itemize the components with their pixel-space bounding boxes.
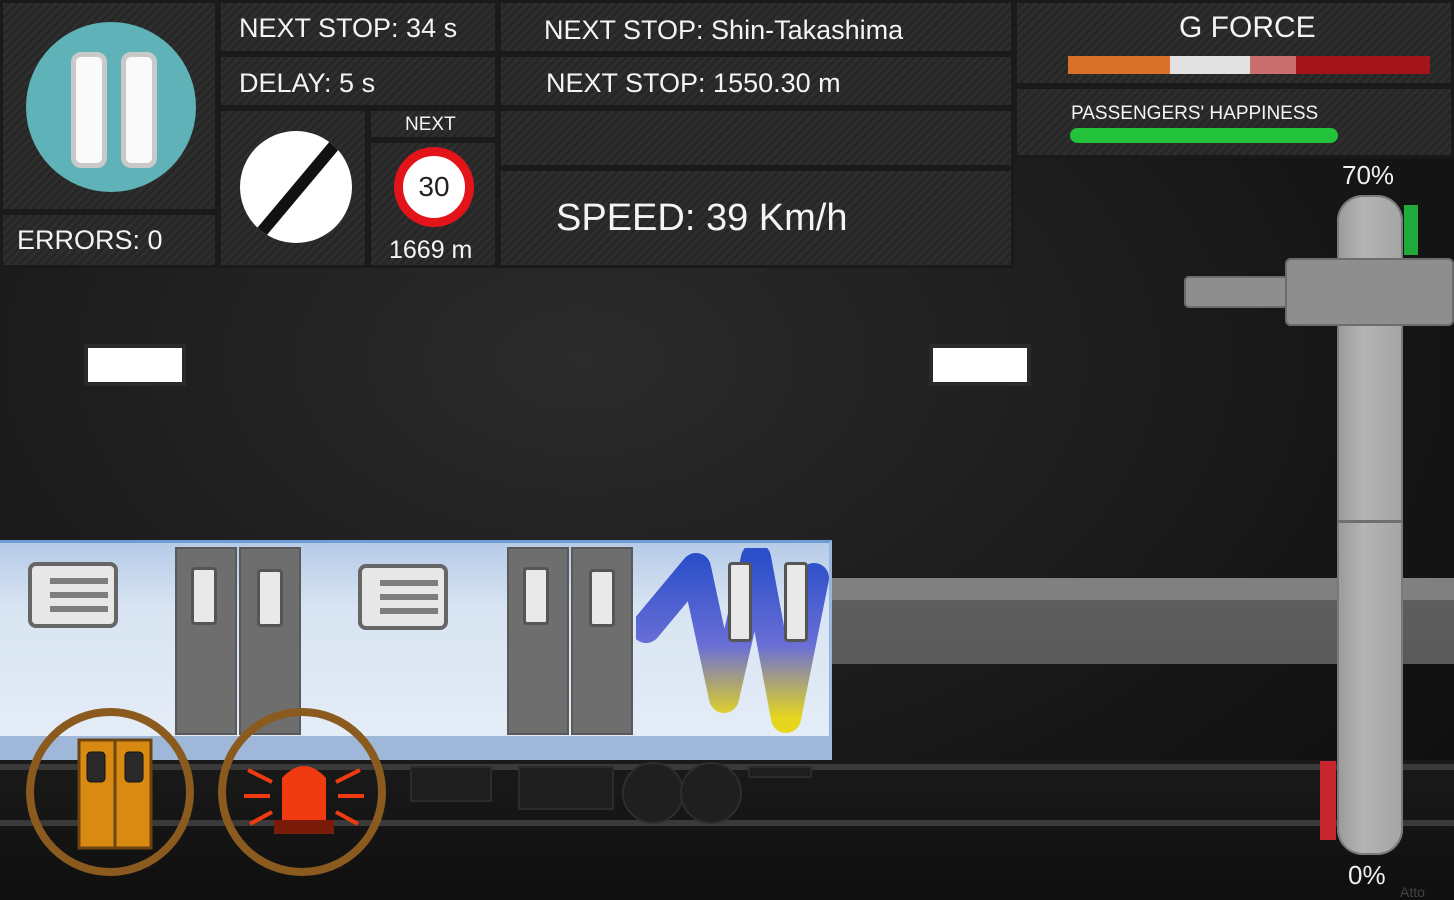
- ceiling-light: [88, 348, 182, 382]
- gforce-segment: [1170, 56, 1250, 74]
- throttle-notch: [1337, 520, 1403, 523]
- car-window: [358, 564, 448, 630]
- rail: [0, 820, 1454, 826]
- delay-value: DELAY: 5 s: [239, 68, 376, 98]
- speed-readout: SPEED: 39 Km/h: [556, 197, 848, 239]
- next-stop-name: NEXT STOP: Shin-Takashima: [544, 15, 904, 45]
- door-window: [257, 569, 283, 627]
- brake-indicator: [1320, 761, 1336, 840]
- door-window: [589, 569, 615, 627]
- door-window: [523, 567, 549, 625]
- end-of-speed-limit-icon: [240, 131, 352, 243]
- door-window: [191, 567, 217, 625]
- gforce-segment: [1296, 56, 1430, 74]
- happiness-panel: PASSENGERS' HAPPINESS: [1014, 86, 1454, 158]
- car-end-window: [784, 562, 808, 642]
- next-sign-label: NEXT: [405, 114, 456, 135]
- wheel: [680, 762, 742, 824]
- underframe-box: [410, 766, 492, 802]
- doors-button[interactable]: [26, 708, 194, 876]
- next-stop-distance-panel: NEXT STOP: 1550.30 m: [498, 54, 1014, 108]
- car-window: [28, 562, 118, 628]
- ceiling-light: [933, 348, 1027, 382]
- gforce-segment: [1250, 56, 1296, 74]
- wheel: [622, 762, 684, 824]
- speed-panel: SPEED: 39 Km/h: [498, 168, 1014, 268]
- train-door: [175, 547, 237, 735]
- underframe-box: [518, 766, 614, 810]
- throttle-indicator: [1404, 205, 1418, 255]
- delay-panel: DELAY: 5 s: [218, 54, 498, 108]
- happiness-bar: [1070, 128, 1338, 143]
- gforce-title: G FORCE: [1179, 11, 1316, 44]
- throttle-max-label: 70%: [1342, 160, 1395, 190]
- train-door: [571, 547, 633, 735]
- speed-limit-sign: 30: [394, 147, 474, 227]
- next-sign-distance: 1669 m: [389, 236, 473, 264]
- throttle-lever-handle[interactable]: [1285, 258, 1454, 326]
- underframe-box: [748, 766, 812, 778]
- next-sign-header: NEXT: [368, 108, 498, 140]
- car-end-window: [728, 562, 752, 642]
- errors-panel: ERRORS: 0: [0, 212, 218, 268]
- alarm-beacon-icon: [244, 766, 364, 834]
- next-stop-distance: NEXT STOP: 1550.30 m: [546, 68, 841, 98]
- train-door: [239, 547, 301, 735]
- throttle-lever-arm[interactable]: [1184, 276, 1288, 308]
- alarm-button[interactable]: [218, 708, 386, 876]
- message-panel: [498, 108, 1014, 168]
- throttle-min-label: 0%: [1348, 860, 1386, 890]
- doors-icon: [77, 738, 153, 850]
- next-stop-name-panel: NEXT STOP: Shin-Takashima: [498, 0, 1014, 54]
- next-stop-time: NEXT STOP: 34 s: [239, 13, 458, 43]
- pause-button[interactable]: [26, 22, 196, 192]
- train-door: [507, 547, 569, 735]
- errors-count: ERRORS: 0: [17, 225, 163, 255]
- watermark-text: Atto: [1400, 884, 1425, 900]
- speed-limit-value: 30: [418, 171, 450, 202]
- happiness-title: PASSENGERS' HAPPINESS: [1071, 103, 1319, 124]
- next-stop-time-panel: NEXT STOP: 34 s: [218, 0, 498, 54]
- gforce-segment: [1068, 56, 1170, 74]
